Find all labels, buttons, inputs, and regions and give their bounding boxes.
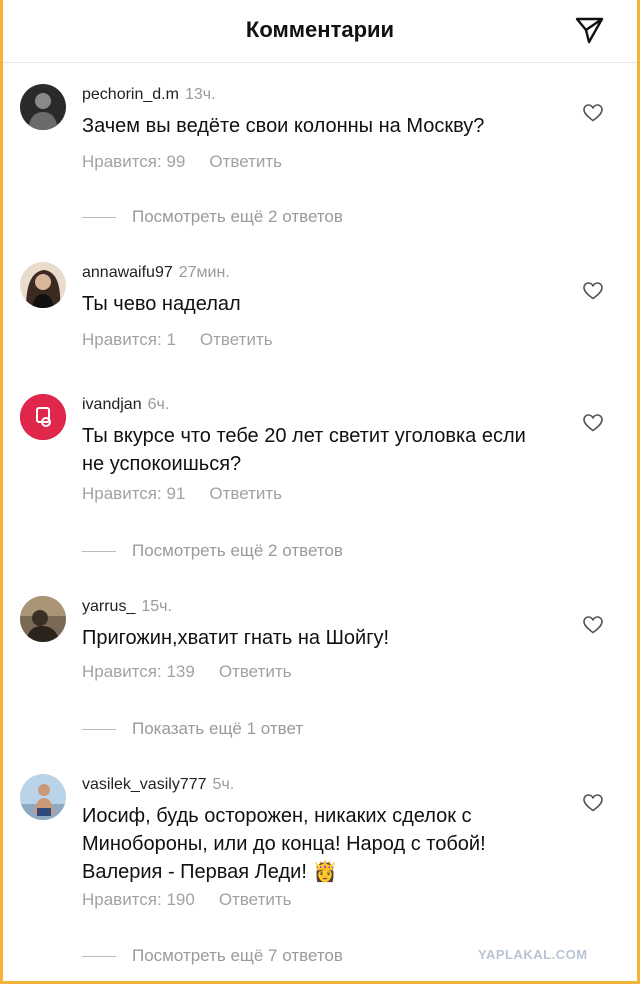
divider-line xyxy=(82,956,116,958)
heart-icon[interactable] xyxy=(583,616,603,634)
avatar[interactable] xyxy=(20,596,66,642)
comment-actions: Нравится: 91 Ответить xyxy=(82,484,282,504)
timestamp: 13ч. xyxy=(184,86,216,103)
view-replies-label: Показать ещё 1 ответ xyxy=(132,719,304,738)
divider-line xyxy=(82,729,116,731)
heart-icon[interactable] xyxy=(583,414,603,432)
reply-button[interactable]: Ответить xyxy=(200,330,273,349)
username[interactable]: yarrus_ xyxy=(82,598,135,615)
avatar[interactable] xyxy=(20,394,66,440)
comment-text: Пригожин,хватит гнать на Шойгу! xyxy=(82,627,390,649)
reply-button[interactable]: Ответить xyxy=(219,890,292,909)
comment-meta: annawaifu97 27мин. xyxy=(82,264,230,282)
view-replies-label: Посмотреть ещё 2 ответов xyxy=(132,207,343,226)
timestamp: 6ч. xyxy=(147,396,170,413)
like-count: Нравится: 190 xyxy=(82,890,195,909)
heart-icon[interactable] xyxy=(583,104,603,122)
reply-button[interactable]: Ответить xyxy=(209,484,282,503)
username[interactable]: vasilek_vasily777 xyxy=(82,776,207,793)
like-count: Нравится: 1 xyxy=(82,330,176,349)
view-replies-label: Посмотреть ещё 2 ответов xyxy=(132,541,343,560)
like-count: Нравится: 91 xyxy=(82,484,186,503)
comment-meta: ivandjan 6ч. xyxy=(82,396,169,414)
view-replies-button[interactable]: Посмотреть ещё 7 ответов xyxy=(82,946,343,966)
reply-button[interactable]: Ответить xyxy=(209,152,282,171)
username[interactable]: ivandjan xyxy=(82,396,142,413)
timestamp: 15ч. xyxy=(141,598,172,615)
divider-line xyxy=(82,551,116,553)
comment-actions: Нравится: 139 Ответить xyxy=(82,662,292,682)
comment-actions: Нравится: 1 Ответить xyxy=(82,330,273,350)
view-replies-button[interactable]: Посмотреть ещё 2 ответов xyxy=(82,541,343,561)
heart-icon[interactable] xyxy=(583,282,603,300)
username[interactable]: pechorin_d.m xyxy=(82,86,179,103)
page-title: Комментарии xyxy=(245,17,395,42)
avatar[interactable] xyxy=(20,262,66,308)
watermark: YAPLAKAL.COM xyxy=(478,947,588,962)
like-count: Нравится: 99 xyxy=(82,152,186,171)
comment-text: Иосиф, будь осторожен, никаких сделок с … xyxy=(82,805,486,883)
view-replies-button[interactable]: Посмотреть ещё 2 ответов xyxy=(82,207,343,227)
heart-icon[interactable] xyxy=(583,794,603,812)
view-replies-label: Посмотреть ещё 7 ответов xyxy=(132,946,343,965)
send-icon[interactable] xyxy=(573,14,605,46)
timestamp: 27мин. xyxy=(178,264,230,281)
comment-meta: pechorin_d.m 13ч. xyxy=(82,86,216,104)
comment-meta: vasilek_vasily777 5ч. xyxy=(82,776,234,794)
comment-text: Ты чево наделал xyxy=(82,293,241,315)
timestamp: 5ч. xyxy=(212,776,235,793)
divider-line xyxy=(82,217,116,219)
header-bar: Комментарии xyxy=(0,0,640,63)
comment-actions: Нравится: 99 Ответить xyxy=(82,152,282,172)
like-count: Нравится: 139 xyxy=(82,662,195,681)
reply-button[interactable]: Ответить xyxy=(219,662,292,681)
avatar[interactable] xyxy=(20,774,66,820)
comment-text: Зачем вы ведёте свои колонны на Москву? xyxy=(82,115,485,137)
avatar[interactable] xyxy=(20,84,66,130)
comment-text: Ты вкурсе что тебе 20 лет светит уголовк… xyxy=(82,425,526,475)
username[interactable]: annawaifu97 xyxy=(82,264,173,281)
comment-meta: yarrus_ 15ч. xyxy=(82,598,172,616)
comment-actions: Нравится: 190 Ответить xyxy=(82,890,292,910)
view-replies-button[interactable]: Показать ещё 1 ответ xyxy=(82,719,303,739)
